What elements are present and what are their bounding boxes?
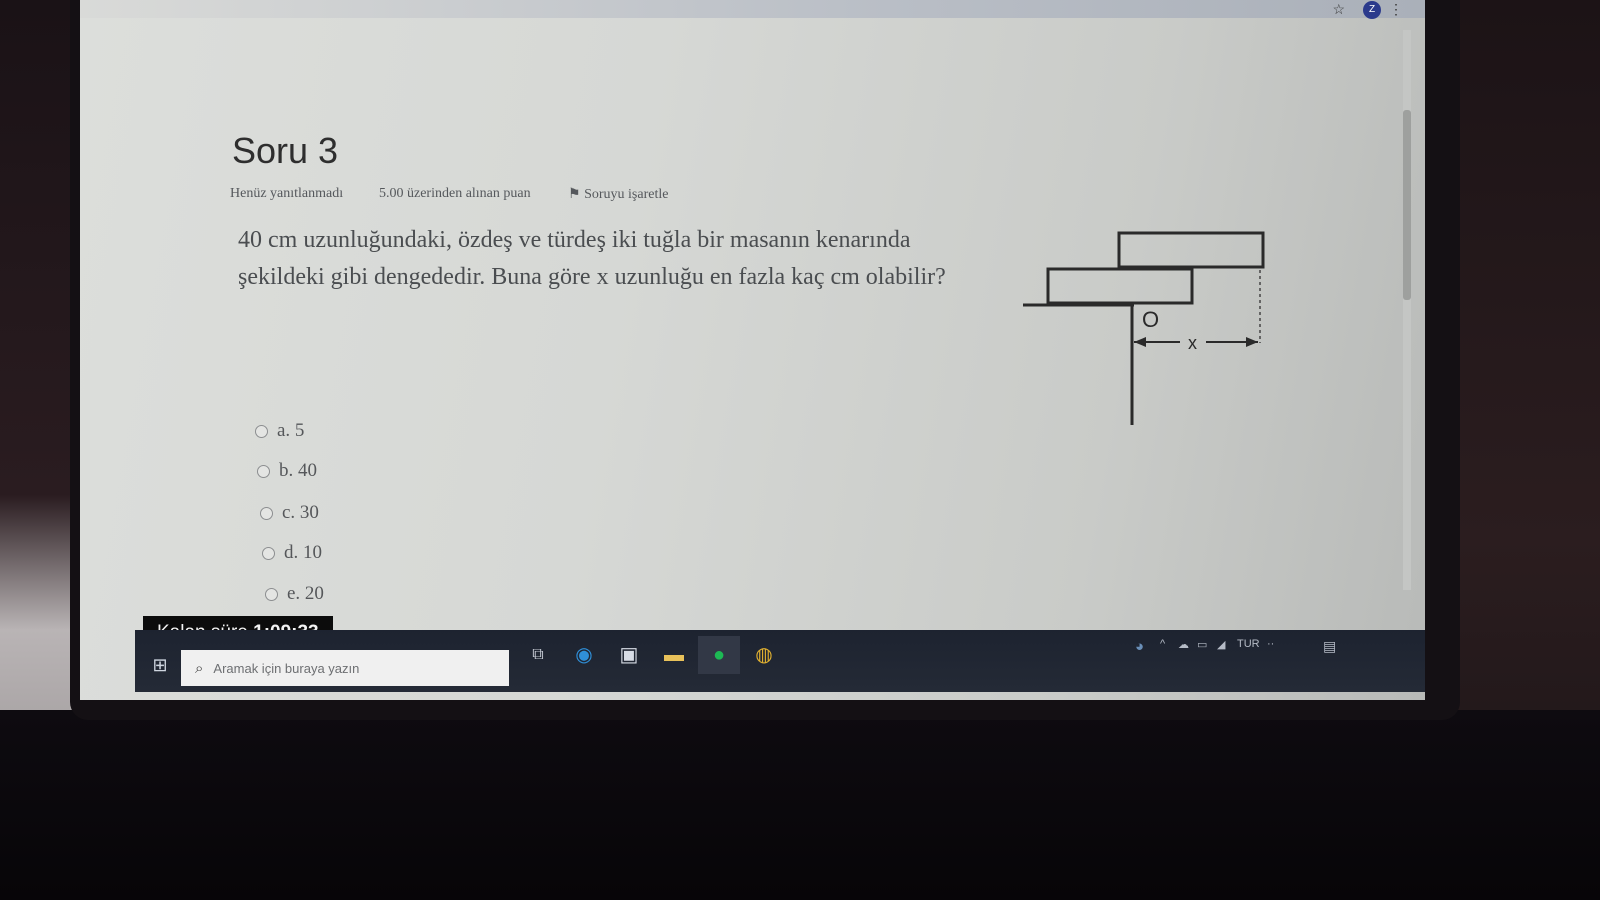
screen: ☆ Z ⋮ Soru 3 Henüz yanıtlanmadı 5.00 üze… (80, 0, 1425, 700)
option-e-label: e. 20 (287, 583, 324, 604)
menu-icon[interactable]: ⋮ (1389, 1, 1403, 18)
arrow-right-head (1246, 337, 1258, 347)
top-brick (1117, 231, 1265, 269)
option-d-radio[interactable] (262, 546, 275, 560)
taskbar-search-placeholder: Aramak için buraya yazın (213, 660, 360, 676)
option-b-radio[interactable] (257, 464, 270, 478)
windows-taskbar: ⊞ ⌕ Aramak için buraya yazın ⧉ ◉ ▣ ▬ ● ◍… (135, 630, 1425, 692)
point-o-label: O (1142, 307, 1159, 332)
flag-question-link[interactable]: ⚑ Soruyu işaretle (568, 186, 668, 203)
taskbar-search[interactable]: ⌕ Aramak için buraya yazın (181, 650, 509, 686)
bricks-diagram: O x (1023, 231, 1265, 425)
question-points: 5.00 üzerinden alınan puan (379, 186, 531, 201)
file-explorer-icon[interactable]: ▬ (653, 636, 695, 674)
profile-icon[interactable]: Z (1363, 1, 1381, 19)
bottom-brick (1046, 267, 1194, 305)
flag-icon: ⚑ (568, 187, 581, 202)
option-c-label: c. 30 (282, 502, 319, 523)
star-icon[interactable]: ☆ (1332, 1, 1345, 18)
cloud-icon[interactable]: ☁ (1178, 638, 1189, 651)
option-d-label: d. 10 (284, 542, 322, 563)
desk-surface (0, 710, 1600, 900)
length-x-label: x (1188, 333, 1197, 353)
question-text: 40 cm uzunluğundaki, özdeş ve türdeş iki… (238, 227, 946, 290)
option-c[interactable]: c. 30 (260, 502, 319, 524)
search-icon: ⌕ (195, 659, 204, 677)
language-indicator[interactable]: TUR (1237, 638, 1260, 650)
store-icon[interactable]: ▣ (608, 636, 650, 674)
option-d[interactable]: d. 10 (262, 542, 322, 564)
clock[interactable]: ·· (1267, 638, 1274, 650)
option-e-radio[interactable] (265, 587, 278, 601)
scroll-thumb[interactable] (1403, 110, 1411, 300)
question-title: Soru 3 (232, 130, 339, 171)
volume-icon[interactable]: ◢ (1217, 638, 1225, 651)
option-a-label: a. 5 (277, 420, 305, 441)
page-scrollbar[interactable] (1403, 30, 1411, 590)
network-icon[interactable]: ▭ (1197, 638, 1207, 651)
option-e[interactable]: e. 20 (265, 583, 324, 605)
flag-question-label: Soruyu işaretle (584, 187, 669, 202)
option-b[interactable]: b. 40 (257, 460, 317, 482)
tray-chevron-icon[interactable]: ^ (1160, 638, 1165, 650)
arrow-left-head (1134, 337, 1146, 347)
windows-start-icon[interactable]: ⊞ (145, 650, 175, 680)
browser-toolbar: ☆ Z ⋮ (80, 0, 1425, 19)
option-c-radio[interactable] (260, 506, 273, 520)
chrome-icon[interactable]: ◍ (743, 636, 785, 674)
option-a-radio[interactable] (255, 424, 268, 438)
option-a[interactable]: a. 5 (255, 420, 304, 442)
question-status: Henüz yanıtlanmadı (230, 186, 344, 201)
spotify-icon[interactable]: ● (698, 636, 740, 674)
edge-icon[interactable]: ◉ (563, 636, 605, 674)
task-view-icon[interactable]: ⧉ (517, 636, 559, 674)
notification-icon[interactable]: ▤ (1323, 638, 1336, 655)
option-b-label: b. 40 (279, 460, 317, 481)
tray-app-icon[interactable]: ◕ (1135, 638, 1144, 655)
